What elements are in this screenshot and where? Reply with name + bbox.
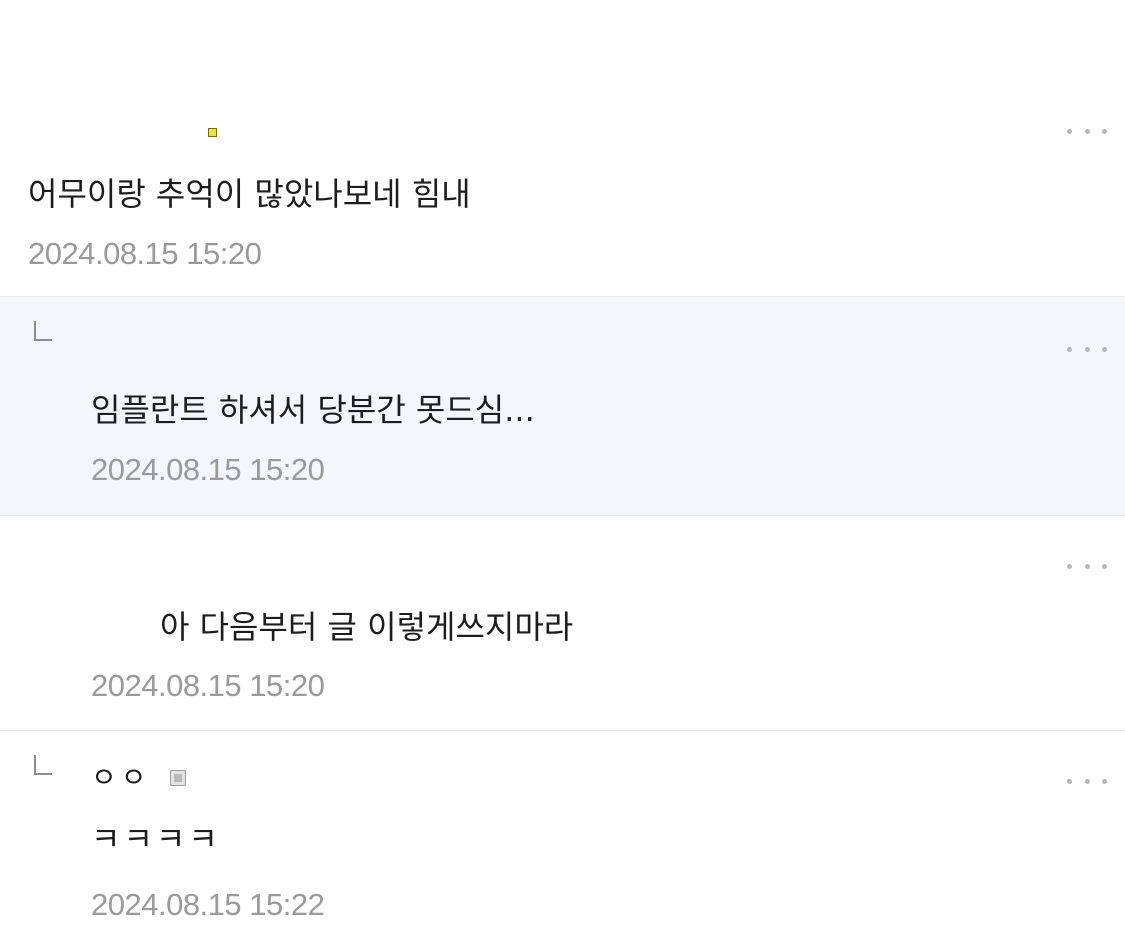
member-badge-icon (170, 770, 186, 786)
comment-text: 아 다음부터 글 이렇게쓰지마라 (160, 608, 574, 646)
reply-comment-item: ㅇㅇ ㅋㅋㅋㅋ 2024.08.15 15:22 (0, 731, 1125, 950)
comment-text: 임플란트 하셔서 당분간 못드심... (91, 391, 535, 429)
more-options-icon[interactable] (1067, 561, 1107, 571)
member-badge-icon (208, 128, 217, 137)
reply-arrow-icon (34, 321, 52, 341)
more-options-icon[interactable] (1067, 344, 1107, 354)
reply-comment-item: 임플란트 하셔서 당분간 못드심... 2024.08.15 15:20 (0, 296, 1125, 516)
more-options-icon[interactable] (1067, 126, 1107, 136)
comment-author[interactable]: ㅇㅇ (91, 761, 151, 795)
comment-timestamp: 2024.08.15 15:20 (91, 668, 325, 703)
comment-item: 어무이랑 추억이 많았나보네 힘내 2024.08.15 15:20 (0, 0, 1125, 296)
reply-arrow-icon (34, 755, 52, 775)
comment-text: 어무이랑 추억이 많았나보네 힘내 (28, 175, 471, 213)
comment-timestamp: 2024.08.15 15:22 (91, 887, 325, 922)
comment-timestamp: 2024.08.15 15:20 (28, 236, 262, 271)
comment-text: ㅋㅋㅋㅋ (91, 820, 221, 858)
comment-item: 아 다음부터 글 이렇게쓰지마라 2024.08.15 15:20 (0, 516, 1125, 730)
more-options-icon[interactable] (1067, 776, 1107, 786)
comment-timestamp: 2024.08.15 15:20 (91, 452, 325, 487)
